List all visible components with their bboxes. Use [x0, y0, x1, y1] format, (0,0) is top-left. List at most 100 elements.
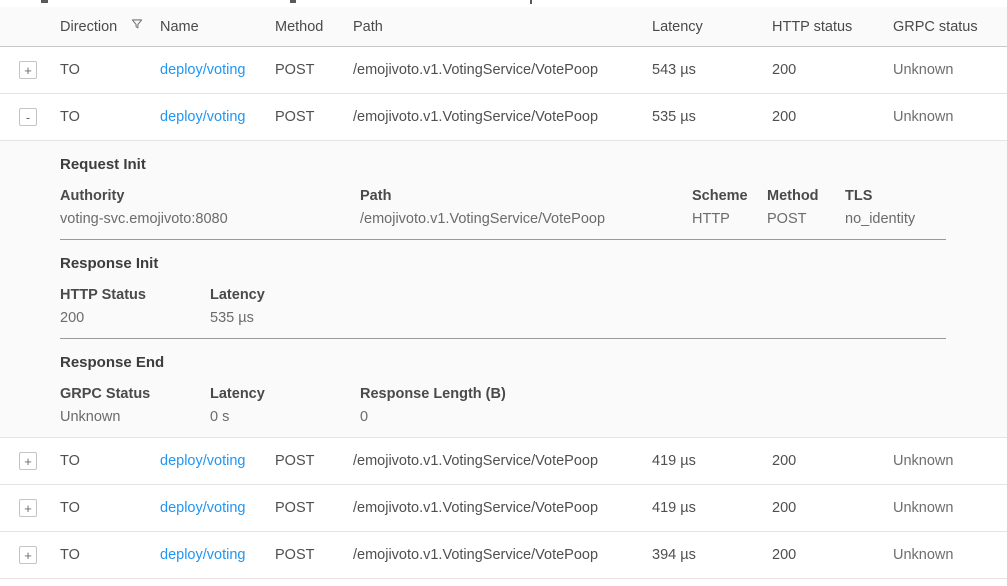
cutoff-row-above: [0, 0, 1007, 7]
direction-cell: TO: [60, 109, 160, 125]
path-cell: /emojivoto.v1.VotingService/VotePoop: [353, 453, 652, 469]
name-link[interactable]: deploy/voting: [160, 109, 245, 125]
method-cell: POST: [275, 62, 353, 78]
expand-row-button[interactable]: -: [19, 108, 37, 126]
latency-cell: 543 µs: [652, 62, 772, 78]
direction-cell: TO: [60, 62, 160, 78]
grpc-status-cell: Unknown: [893, 109, 1007, 125]
detail-field: TLS no_identity: [845, 188, 925, 227]
cutoff-text-fragment: [530, 0, 532, 4]
expander-cell: +: [0, 452, 60, 470]
cutoff-text-fragment: [41, 0, 48, 3]
expand-row-button[interactable]: +: [19, 546, 37, 564]
detail-field-label: Latency: [210, 386, 350, 402]
path-cell: /emojivoto.v1.VotingService/VotePoop: [353, 62, 652, 78]
latency-cell: 535 µs: [652, 109, 772, 125]
expander-cell: +: [0, 499, 60, 517]
detail-field-label: GRPC Status: [60, 386, 200, 402]
grpc-status-cell: Unknown: [893, 453, 1007, 469]
direction-cell: TO: [60, 500, 160, 516]
detail-field-value: POST: [767, 211, 835, 227]
column-header-grpc-status[interactable]: GRPC status: [893, 19, 1007, 35]
path-cell: /emojivoto.v1.VotingService/VotePoop: [353, 109, 652, 125]
detail-fields: Authorityvoting-svc.emojivoto:8080Path/e…: [60, 188, 946, 227]
filter-funnel-icon[interactable]: [130, 18, 144, 34]
detail-field-value: voting-svc.emojivoto:8080: [60, 211, 350, 227]
detail-field-value: Unknown: [60, 409, 200, 425]
direction-cell: TO: [60, 547, 160, 563]
detail-field: Authorityvoting-svc.emojivoto:8080: [60, 188, 360, 227]
detail-field-value: no_identity: [845, 211, 915, 227]
detail-field: Response Length (B) 0: [360, 386, 516, 425]
latency-cell: 419 µs: [652, 453, 772, 469]
detail-field-label: Method: [767, 188, 835, 204]
name-link[interactable]: deploy/voting: [160, 453, 245, 469]
grpc-status-cell: Unknown: [893, 500, 1007, 516]
name-link[interactable]: deploy/voting: [160, 62, 245, 78]
method-cell: POST: [275, 547, 353, 563]
detail-field-label: Scheme: [692, 188, 757, 204]
detail-section: Response End GRPC Status Unknown Latency 0 s…: [60, 339, 946, 437]
tap-requests-table: Direction Name Method Path Latency HTTP …: [0, 7, 1007, 579]
table-row: + TO deploy/voting POST /emojivoto.v1.Vo…: [0, 485, 1007, 532]
expand-row-button[interactable]: +: [19, 452, 37, 470]
column-header-direction-label: Direction: [60, 19, 117, 35]
name-link[interactable]: deploy/voting: [160, 500, 245, 516]
detail-section: Request Init Authorityvoting-svc.emojivot…: [60, 141, 946, 240]
column-header-method[interactable]: Method: [275, 19, 353, 35]
table-row: + TO deploy/voting POST /emojivoto.v1.Vo…: [0, 47, 1007, 94]
detail-field-label: HTTP Status: [60, 287, 200, 303]
detail-field-label: TLS: [845, 188, 915, 204]
detail-fields: GRPC Status Unknown Latency 0 s Response Len…: [60, 386, 946, 425]
table-row: + TO deploy/voting POST /emojivoto.v1.Vo…: [0, 438, 1007, 485]
table-header-row: Direction Name Method Path Latency HTTP …: [0, 7, 1007, 47]
table-body: + TO deploy/voting POST /emojivoto.v1.Vo…: [0, 47, 1007, 579]
expander-cell: +: [0, 546, 60, 564]
detail-field: HTTP Status 200: [60, 287, 210, 326]
detail-field: Latency 535 µs: [210, 287, 275, 326]
name-cell: deploy/voting: [160, 109, 275, 125]
expander-cell: +: [0, 61, 60, 79]
detail-field: GRPC Status Unknown: [60, 386, 210, 425]
detail-field-value: 0 s: [210, 409, 350, 425]
method-cell: POST: [275, 453, 353, 469]
detail-field: Path/emojivoto.v1.VotingService/VotePoop: [360, 188, 692, 227]
latency-cell: 419 µs: [652, 500, 772, 516]
path-cell: /emojivoto.v1.VotingService/VotePoop: [353, 500, 652, 516]
http-status-cell: 200: [772, 109, 893, 125]
name-link[interactable]: deploy/voting: [160, 547, 245, 563]
expander-cell: -: [0, 108, 60, 126]
column-header-http-status[interactable]: HTTP status: [772, 19, 893, 35]
detail-field-value: /emojivoto.v1.VotingService/VotePoop: [360, 211, 682, 227]
column-header-latency[interactable]: Latency: [652, 19, 772, 35]
detail-section: Response Init HTTP Status 200 Latency 535 µs: [60, 240, 946, 339]
expanded-row-detail: Request Init Authorityvoting-svc.emojivot…: [0, 141, 1007, 438]
detail-section-title: Response Init: [60, 255, 946, 272]
expand-row-button[interactable]: +: [19, 61, 37, 79]
table-row: + TO deploy/voting POST /emojivoto.v1.Vo…: [0, 532, 1007, 579]
detail-section-title: Response End: [60, 354, 946, 371]
detail-field-value: 200: [60, 310, 200, 326]
detail-field-label: Response Length (B): [360, 386, 506, 402]
column-header-name[interactable]: Name: [160, 19, 275, 35]
latency-cell: 394 µs: [652, 547, 772, 563]
name-cell: deploy/voting: [160, 62, 275, 78]
name-cell: deploy/voting: [160, 547, 275, 563]
detail-field: Method POST: [767, 188, 845, 227]
name-cell: deploy/voting: [160, 500, 275, 516]
detail-field-label: Latency: [210, 287, 265, 303]
detail-field-value: 0: [360, 409, 506, 425]
expand-row-button[interactable]: +: [19, 499, 37, 517]
http-status-cell: 200: [772, 62, 893, 78]
grpc-status-cell: Unknown: [893, 62, 1007, 78]
detail-fields: HTTP Status 200 Latency 535 µs: [60, 287, 946, 326]
detail-field-value: 535 µs: [210, 310, 265, 326]
grpc-status-cell: Unknown: [893, 547, 1007, 563]
http-status-cell: 200: [772, 453, 893, 469]
detail-field: SchemeHTTP: [692, 188, 767, 227]
column-header-direction[interactable]: Direction: [60, 18, 160, 34]
column-header-path[interactable]: Path: [353, 19, 652, 35]
detail-section-title: Request Init: [60, 156, 946, 173]
method-cell: POST: [275, 109, 353, 125]
table-row: - TO deploy/voting POST /emojivoto.v1.Vo…: [0, 94, 1007, 141]
